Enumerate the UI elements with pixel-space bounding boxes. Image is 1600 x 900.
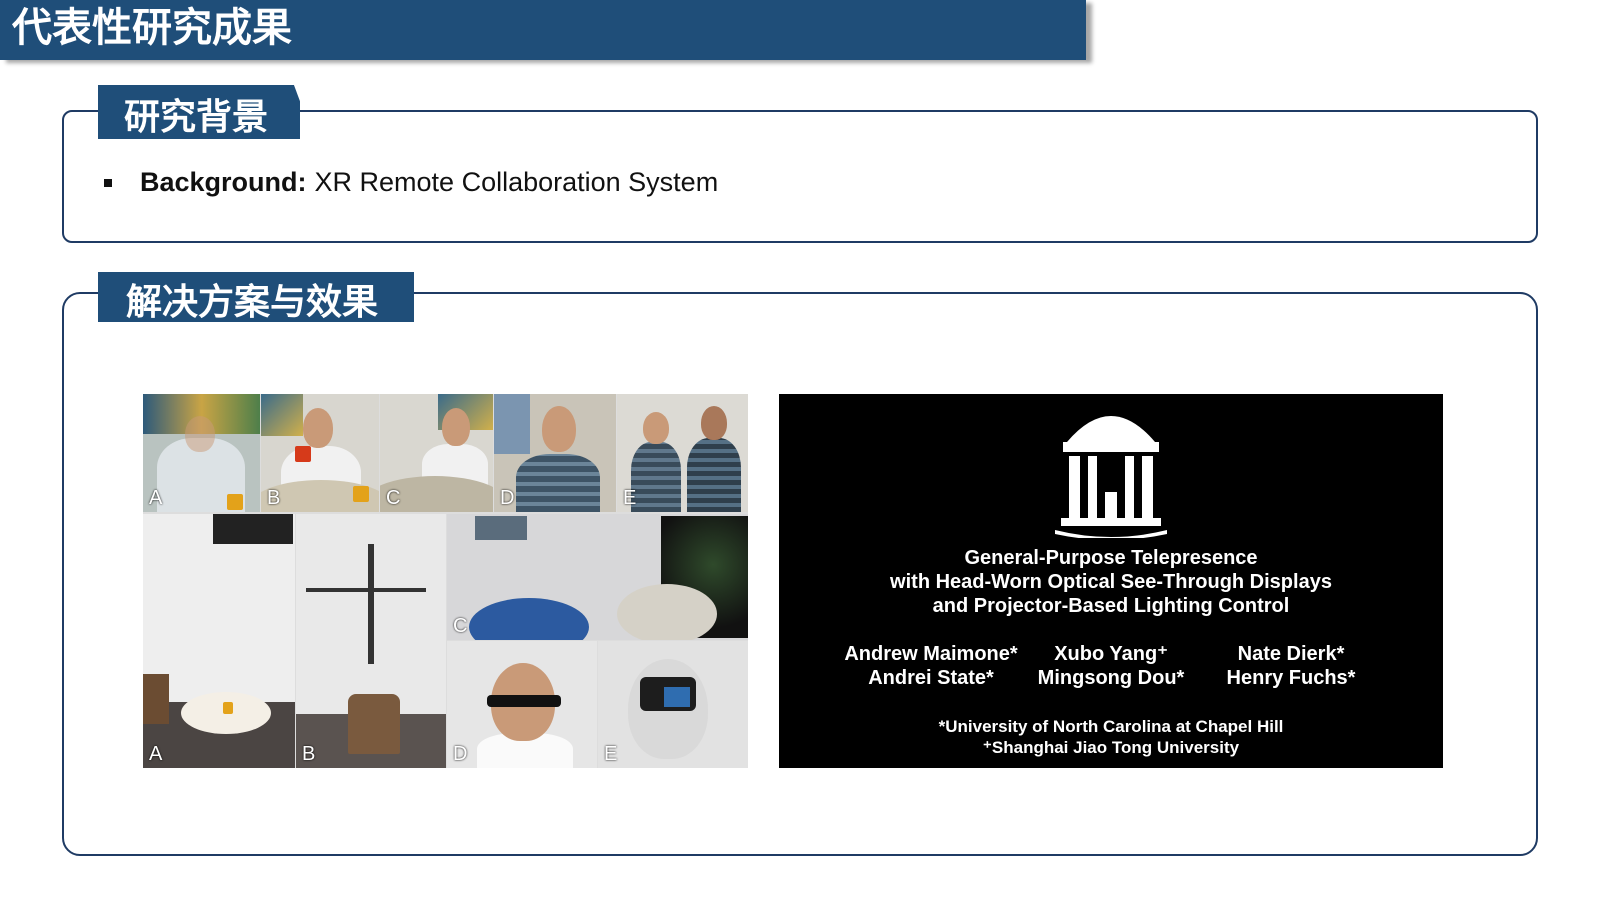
author-list: Andrew Maimone* Xubo Yang⁺ Nate Dierk* A… bbox=[841, 642, 1381, 690]
author-name: Andrei State* bbox=[868, 667, 994, 689]
photo-top-d: D bbox=[494, 394, 616, 512]
photo-top-e: E bbox=[617, 394, 748, 512]
photo-bottom-c: C bbox=[447, 514, 748, 640]
old-well-logo-icon bbox=[1055, 416, 1167, 538]
bullet-square-icon bbox=[104, 178, 112, 187]
label-bottom-a: A bbox=[149, 743, 163, 765]
photo-bottom-a: A bbox=[143, 514, 295, 768]
bullet-text: XR Remote Collaboration System bbox=[314, 167, 719, 197]
author-name: Nate Dierk* bbox=[1237, 643, 1345, 665]
section-title-solution: 解决方案与效果 bbox=[98, 272, 414, 323]
paper-title-line: and Projector-Based Lighting Control bbox=[932, 595, 1290, 617]
paper-title: General-Purpose Telepresence with Head-W… bbox=[779, 546, 1443, 618]
page-title: 代表性研究成果 bbox=[12, 5, 292, 51]
photo-top-b: B bbox=[261, 394, 379, 512]
affiliations: *University of North Carolina at Chapel … bbox=[779, 716, 1443, 758]
label-top-c: C bbox=[386, 487, 401, 509]
label-top-a: A bbox=[149, 487, 163, 509]
label-bottom-c: C bbox=[453, 615, 468, 637]
label-top-e: E bbox=[623, 487, 637, 509]
affiliation-line: *University of North Carolina at Chapel … bbox=[938, 717, 1284, 736]
affiliation-line: ⁺Shanghai Jiao Tong University bbox=[982, 738, 1240, 757]
author-name: Henry Fuchs* bbox=[1226, 667, 1356, 689]
photo-bottom-e: E bbox=[598, 641, 748, 768]
author-name: Andrew Maimone* bbox=[844, 643, 1018, 665]
telepresence-photo-collage: A B C D E A B C D E bbox=[143, 394, 748, 768]
paper-title-line: General-Purpose Telepresence bbox=[964, 547, 1258, 569]
photo-bottom-b: B bbox=[296, 514, 446, 768]
photo-top-c: C bbox=[380, 394, 493, 512]
label-bottom-e: E bbox=[604, 743, 618, 765]
paper-title-line: with Head-Worn Optical See-Through Displ… bbox=[890, 571, 1332, 593]
section-title-background: 研究背景 bbox=[98, 85, 300, 139]
label-bottom-d: D bbox=[453, 743, 468, 765]
label-top-b: B bbox=[267, 487, 281, 509]
label-bottom-b: B bbox=[302, 743, 316, 765]
background-bullet: Background: XR Remote Collaboration Syst… bbox=[104, 167, 718, 198]
photo-top-a: A bbox=[143, 394, 260, 512]
bullet-label: Background: bbox=[140, 167, 307, 197]
paper-credits-slide: General-Purpose Telepresence with Head-W… bbox=[779, 394, 1443, 768]
label-top-d: D bbox=[500, 487, 515, 509]
author-name: Mingsong Dou* bbox=[1037, 667, 1185, 689]
photo-bottom-d: D bbox=[447, 641, 597, 768]
title-bar: 代表性研究成果 bbox=[0, 0, 1086, 60]
author-name: Xubo Yang⁺ bbox=[1054, 643, 1168, 665]
